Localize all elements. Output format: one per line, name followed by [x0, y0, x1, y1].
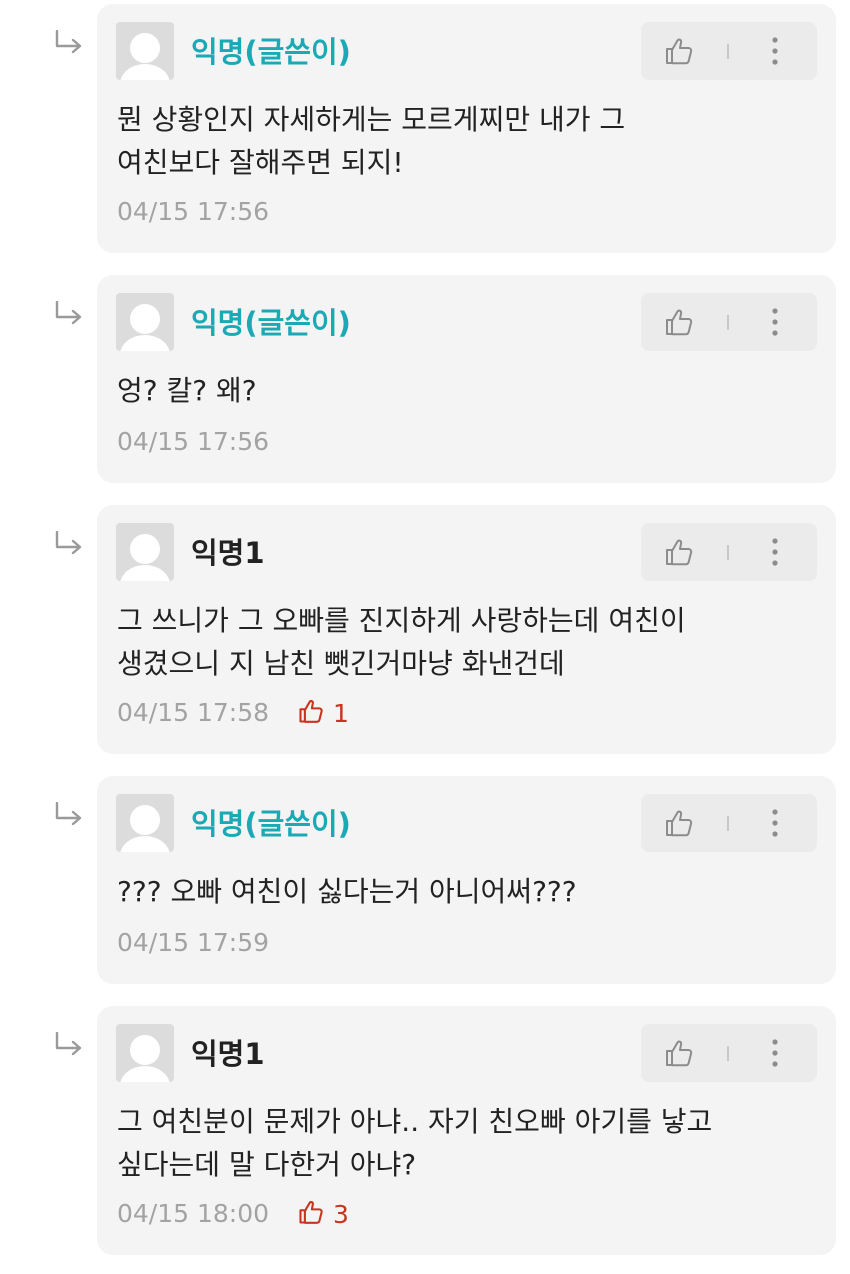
comment-text: 그 여친분이 문제가 아냐.. 자기 친오빠 아기를 낳고 싶다는데 말 다한거… — [117, 1105, 713, 1181]
comment-author[interactable]: 익명(글쓴이) — [191, 303, 351, 343]
comment-text: 그 쓰니가 그 오빠를 진지하게 사랑하는데 여친이 생겼으니 지 남친 뺏긴거… — [117, 604, 686, 680]
comment-timestamp: 04/15 17:59 — [117, 928, 270, 957]
divider — [727, 545, 729, 560]
more-vertical-icon[interactable] — [763, 806, 787, 840]
thumbs-up-icon[interactable] — [663, 536, 695, 568]
comment-timestamp: 04/15 18:00 — [117, 1199, 270, 1228]
comment-timestamp: 04/15 17:56 — [117, 197, 270, 226]
comment-meta: 04/15 17:56 — [117, 426, 269, 458]
comment-actions — [641, 22, 817, 80]
comment-timestamp: 04/15 17:56 — [117, 427, 270, 456]
thumbs-up-icon[interactable] — [663, 1037, 695, 1069]
more-vertical-icon[interactable] — [763, 305, 787, 339]
comment-actions — [641, 523, 817, 581]
divider — [727, 816, 729, 831]
comment-author[interactable]: 익명(글쓴이) — [191, 32, 351, 72]
comment-meta: 04/15 17:59 — [117, 927, 269, 959]
comment-author[interactable]: 익명1 — [191, 533, 265, 573]
comment-actions — [641, 1024, 817, 1082]
thumbs-up-icon[interactable] — [663, 807, 695, 839]
comment-thread: 익명(글쓴이) 뭔 상황인지 자세하게는 모르게찌만 내가 그 여친보다 잘해주… — [0, 0, 850, 1274]
like-count: 1 — [333, 699, 349, 728]
comment-card: 익명1 그 여친분이 문제가 아냐.. 자기 친오빠 아기를 낳고 싶다는데 말… — [97, 1006, 836, 1255]
reply-arrow-icon — [55, 301, 82, 325]
thumbs-up-icon — [299, 699, 323, 723]
comment-actions — [641, 794, 817, 852]
more-vertical-icon[interactable] — [763, 34, 787, 68]
like-count-badge: 3 — [297, 1198, 349, 1231]
comment-actions — [641, 293, 817, 351]
avatar[interactable] — [116, 293, 174, 351]
avatar[interactable] — [116, 1024, 174, 1082]
reply-arrow-icon — [55, 1032, 82, 1056]
more-vertical-icon[interactable] — [763, 1036, 787, 1070]
comment-card: 익명(글쓴이) ??? 오빠 여친이 싫다는거 아니어써??? 04/15 17… — [97, 776, 836, 984]
avatar[interactable] — [116, 794, 174, 852]
avatar[interactable] — [116, 22, 174, 80]
divider — [727, 44, 729, 59]
thumbs-up-icon[interactable] — [663, 306, 695, 338]
avatar[interactable] — [116, 523, 174, 581]
comment-card: 익명(글쓴이) 뭔 상황인지 자세하게는 모르게찌만 내가 그 여친보다 잘해주… — [97, 4, 836, 253]
comment-card: 익명1 그 쓰니가 그 오빠를 진지하게 사랑하는데 여친이 생겼으니 지 남친… — [97, 505, 836, 754]
thumbs-up-icon[interactable] — [663, 35, 695, 67]
reply-arrow-icon — [55, 30, 82, 54]
comment-timestamp: 04/15 17:58 — [117, 698, 270, 727]
comment-card: 익명(글쓴이) 엉? 칼? 왜? 04/15 17:56 — [97, 275, 836, 483]
like-count: 3 — [333, 1200, 349, 1229]
like-count-badge: 1 — [297, 697, 349, 730]
comment-text: ??? 오빠 여친이 싫다는거 아니어써??? — [117, 875, 577, 908]
divider — [727, 315, 729, 330]
comment-meta: 04/15 17:58 1 — [117, 697, 349, 730]
comment-text: 뭔 상황인지 자세하게는 모르게찌만 내가 그 여친보다 잘해주면 되지! — [117, 103, 626, 179]
reply-arrow-icon — [55, 531, 82, 555]
divider — [727, 1046, 729, 1061]
comment-author[interactable]: 익명(글쓴이) — [191, 804, 351, 844]
comment-meta: 04/15 17:56 — [117, 196, 269, 228]
comment-author[interactable]: 익명1 — [191, 1034, 265, 1074]
thumbs-up-icon — [299, 1200, 323, 1224]
reply-arrow-icon — [55, 802, 82, 826]
more-vertical-icon[interactable] — [763, 535, 787, 569]
comment-text: 엉? 칼? 왜? — [117, 374, 257, 407]
comment-meta: 04/15 18:00 3 — [117, 1198, 349, 1231]
